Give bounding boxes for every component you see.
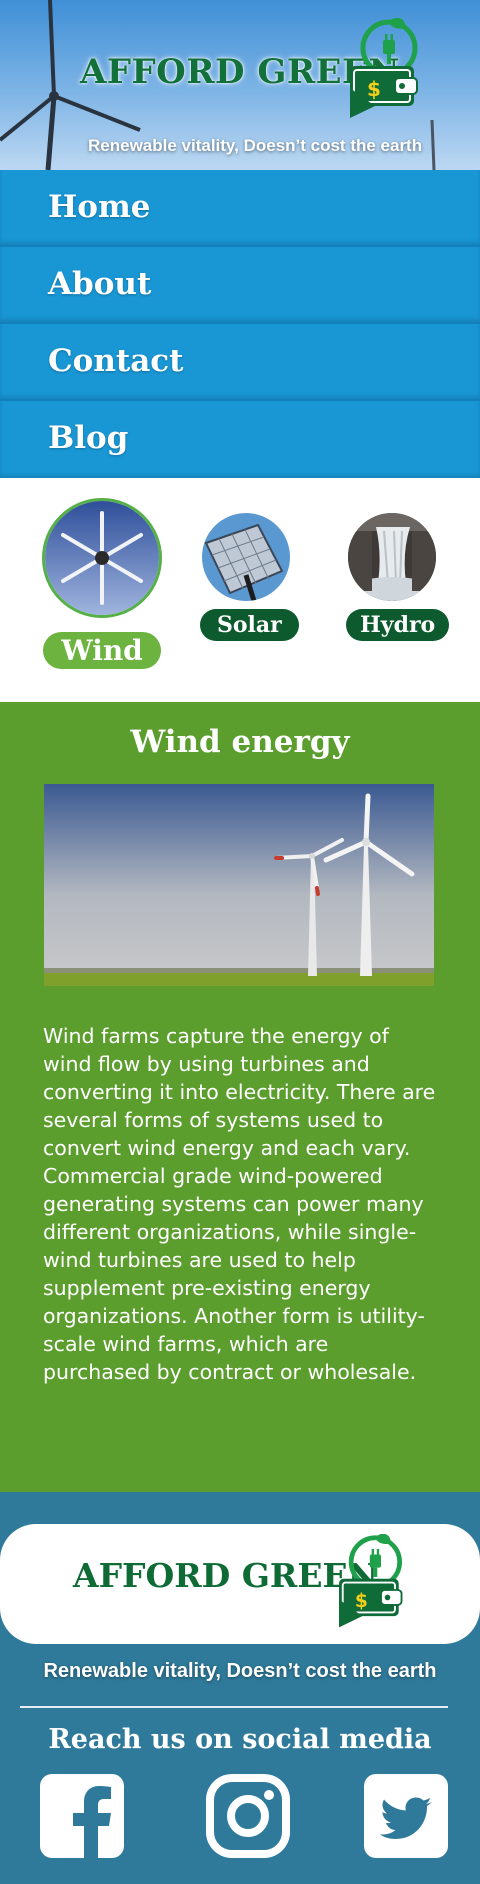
footer-brand-title[interactable]: AFFORD GREEN: [73, 1556, 378, 1595]
footer-plug-wallet-logo-icon[interactable]: $: [334, 1534, 414, 1632]
energy-type-selector: Wind Solar Hydro: [0, 478, 480, 702]
site-footer: AFFORD GREEN $ Renewable vitality, Doesn…: [0, 1492, 480, 1884]
energy-option-solar[interactable]: Solar: [200, 513, 299, 641]
instagram-icon[interactable]: [206, 1774, 290, 1858]
site-tagline: Renewable vitality, Doesn’t cost the ear…: [88, 136, 423, 155]
section-title: Wind energy: [130, 724, 350, 760]
energy-option-hydro[interactable]: Hydro: [346, 513, 450, 641]
plug-wallet-logo-icon[interactable]: $: [345, 18, 430, 123]
footer-brand-card: AFFORD GREEN $: [0, 1524, 480, 1644]
energy-detail-section: Wind energy Wind farms capture the energ…: [0, 702, 480, 1492]
site-header: AFFORD GREEN $ Renewable vitality, Doesn…: [0, 0, 480, 170]
nav-item-about[interactable]: About: [0, 247, 480, 324]
hydro-thumbnail-image[interactable]: [348, 513, 436, 601]
facebook-icon[interactable]: [40, 1774, 124, 1858]
energy-option-wind[interactable]: Wind: [42, 498, 162, 669]
wind-thumbnail-image[interactable]: [42, 498, 162, 618]
nav-item-home[interactable]: Home: [0, 170, 480, 247]
svg-text:$: $: [367, 77, 381, 101]
footer-divider: [20, 1706, 448, 1708]
solar-thumbnail-image[interactable]: [202, 513, 290, 601]
social-media-heading: Reach us on social media: [48, 1724, 432, 1755]
nav-item-contact[interactable]: Contact: [0, 324, 480, 401]
section-body-text: Wind farms capture the energy of wind fl…: [43, 1024, 436, 1384]
energy-option-label[interactable]: Hydro: [346, 609, 450, 641]
svg-text:$: $: [355, 1591, 368, 1612]
energy-option-label[interactable]: Wind: [43, 632, 161, 669]
energy-option-label[interactable]: Solar: [200, 609, 299, 641]
main-navigation: Home About Contact Blog: [0, 170, 480, 478]
nav-item-blog[interactable]: Blog: [0, 401, 480, 478]
wind-turbine-distant-image: [430, 120, 436, 170]
footer-tagline: Renewable vitality, Doesn’t cost the ear…: [43, 1660, 437, 1682]
wind-farm-hero-image: [44, 784, 434, 986]
twitter-icon[interactable]: [364, 1774, 448, 1858]
